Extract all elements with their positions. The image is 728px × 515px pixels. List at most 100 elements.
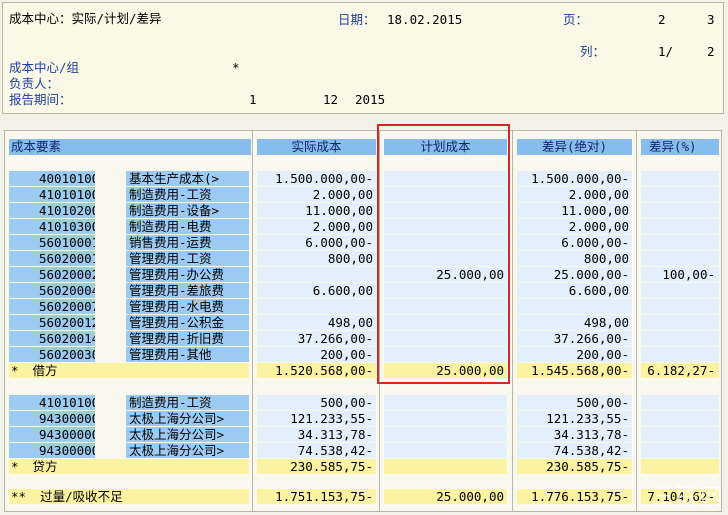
date-value: 18.02.2015 [387, 12, 463, 27]
cell-abs: 498,00 [517, 315, 632, 330]
cell-code: 9430000002 [9, 443, 95, 458]
cell-code: 56020002 [9, 267, 95, 282]
cell-abs: 37.266,00- [517, 331, 632, 346]
total-label-text: 借方 [32, 363, 58, 378]
cell-actual: 1.500.000,00- [257, 171, 376, 186]
cell-code: 56020030 [9, 347, 95, 362]
cell-plan [384, 219, 507, 234]
cell-code: 56020012 [9, 315, 95, 330]
cell-abs: 74.538,42- [517, 443, 632, 458]
cell-name: 制造费用-工资 [126, 187, 249, 202]
cell-name: 管理费用-办公费 [126, 267, 249, 282]
cell-abs: 121.233,55- [517, 411, 632, 426]
column-header-element[interactable]: 成本要素 [9, 139, 251, 155]
column-current: 1/ [658, 44, 674, 59]
period-to: 12 [323, 92, 339, 107]
total-mark: ** [11, 489, 27, 504]
table-row[interactable]: 56020030 管理费用-其他 200,00- 200,00- [5, 347, 721, 363]
cell-actual: 6.600,00 [257, 283, 376, 298]
cell-actual [257, 299, 376, 314]
table-row[interactable]: 9430000000 太极上海分公司> 121.233,55- 121.233,55- [5, 411, 721, 427]
cell-name: 基本生产成本(> [126, 171, 249, 186]
cell-pct [641, 251, 719, 266]
cost-center-label: 成本中心/组 [9, 60, 80, 75]
cell-plan [384, 411, 507, 426]
table-row[interactable]: 41010100 制造费用-工资 500,00- 500,00- [5, 395, 721, 411]
cell-name: 销售费用-运费 [126, 235, 249, 250]
cell-code: 41010200 [9, 203, 95, 218]
table-row[interactable]: 56010001 销售费用-运费 6.000,00- 6.000,00- [5, 235, 721, 251]
cell-plan [384, 443, 507, 458]
cell-abs: 6.600,00 [517, 283, 632, 298]
period-from: 1 [249, 92, 257, 107]
table-row[interactable]: 56020012 管理费用-公积金 498,00 498,00 [5, 315, 721, 331]
cost-center-value: * [232, 60, 240, 75]
cell-name: 管理费用-差旅费 [126, 283, 249, 298]
table-row[interactable]: 56020014 管理费用-折旧费 37.266,00- 37.266,00- [5, 331, 721, 347]
cell-code: 41010300 [9, 219, 95, 234]
grand-total-row[interactable]: ** 过量/吸收不足 1.751.153,75- 25.000,00 1.776.153… [5, 489, 721, 505]
cell-abs: 2.000,00 [517, 219, 632, 234]
cell-plan [384, 427, 507, 442]
table-row[interactable]: 56020001 管理费用-工资 800,00 800,00 [5, 251, 721, 267]
cell-pct [641, 299, 719, 314]
cell-plan [384, 347, 507, 362]
cell-pct [641, 235, 719, 250]
table-row[interactable]: 56020002 管理费用-办公费 25.000,00 25.000,00- 100,0… [5, 267, 721, 283]
cell-pct [641, 347, 719, 362]
cell-code: 41010100 [9, 187, 95, 202]
table-row[interactable]: 56020007 管理费用-水电费 [5, 299, 721, 315]
cell-abs [517, 299, 632, 314]
cell-code: 56010001 [9, 235, 95, 250]
cell-pct [641, 427, 719, 442]
period-year: 2015 [355, 92, 386, 107]
column-header-abs-diff[interactable]: 差异(绝对) [517, 139, 632, 155]
column-header-pct-diff[interactable]: 差异(%) [641, 139, 719, 155]
cell-plan [384, 203, 507, 218]
cell-code: 56020004 [9, 283, 95, 298]
cell-plan [384, 187, 507, 202]
table-row[interactable]: 41010100 制造费用-工资 2.000,00 2.000,00 [5, 187, 721, 203]
credit-total-row[interactable]: * 贷方 230.585,75- 230.585,75- [5, 459, 721, 475]
table-row[interactable]: 9430000002 太极上海分公司> 74.538,42- 74.538,42- [5, 443, 721, 459]
cell-actual: 1.751.153,75- [257, 489, 376, 504]
table-row[interactable]: 41010300 制造费用-电费 2.000,00 2.000,00 [5, 219, 721, 235]
cell-name: 管理费用-其他 [126, 347, 249, 362]
cell-pct: 100,00- [641, 267, 719, 282]
cell-actual: 1.520.568,00- [257, 363, 376, 378]
page-current: 2 [658, 12, 666, 27]
total-label-text: 贷方 [32, 459, 58, 474]
table-row[interactable]: 40010100 基本生产成本(> 1.500.000,00- 1.500.000,0… [5, 171, 721, 187]
total-label-text: 过量/吸收不足 [40, 489, 123, 504]
total-mark: * [11, 363, 19, 378]
cell-name: 太极上海分公司> [126, 411, 249, 426]
cell-actual: 800,00 [257, 251, 376, 266]
report-grid: 成本要素 实际成本 计划成本 差异(绝对) 差异(%) 40010100 基本生产… [4, 130, 722, 512]
cell-name: 管理费用-水电费 [126, 299, 249, 314]
cell-pct [641, 443, 719, 458]
cell-actual: 2.000,00 [257, 187, 376, 202]
page-total: 3 [707, 12, 715, 27]
cell-actual: 2.000,00 [257, 219, 376, 234]
page-label: 页： [563, 12, 589, 27]
cell-name: 制造费用-电费 [126, 219, 249, 234]
cell-pct [641, 459, 719, 474]
column-header-actual[interactable]: 实际成本 [257, 139, 376, 155]
cell-pct [641, 331, 719, 346]
table-row[interactable]: 56020004 管理费用-差旅费 6.600,00 6.600,00 [5, 283, 721, 299]
cell-abs: 25.000,00- [517, 267, 632, 282]
column-header-plan[interactable]: 计划成本 [384, 139, 507, 155]
debit-total-row[interactable]: * 借方 1.520.568,00- 25.000,00 1.545.568,00- 6.… [5, 363, 721, 379]
cell-actual: 500,00- [257, 395, 376, 410]
cell-plan [384, 171, 507, 186]
cell-actual: 498,00 [257, 315, 376, 330]
table-row[interactable]: 41010200 制造费用-设备> 11.000,00 11.000,00 [5, 203, 721, 219]
cell-name: 太极上海分公司> [126, 443, 249, 458]
cell-actual: 11.000,00 [257, 203, 376, 218]
cell-abs: 500,00- [517, 395, 632, 410]
cell-name: 太极上海分公司> [126, 427, 249, 442]
cell-pct [641, 395, 719, 410]
total-label: * 借方 [9, 363, 249, 378]
cell-actual: 200,00- [257, 347, 376, 362]
table-row[interactable]: 9430000001 太极上海分公司> 34.313,78- 34.313,78- [5, 427, 721, 443]
